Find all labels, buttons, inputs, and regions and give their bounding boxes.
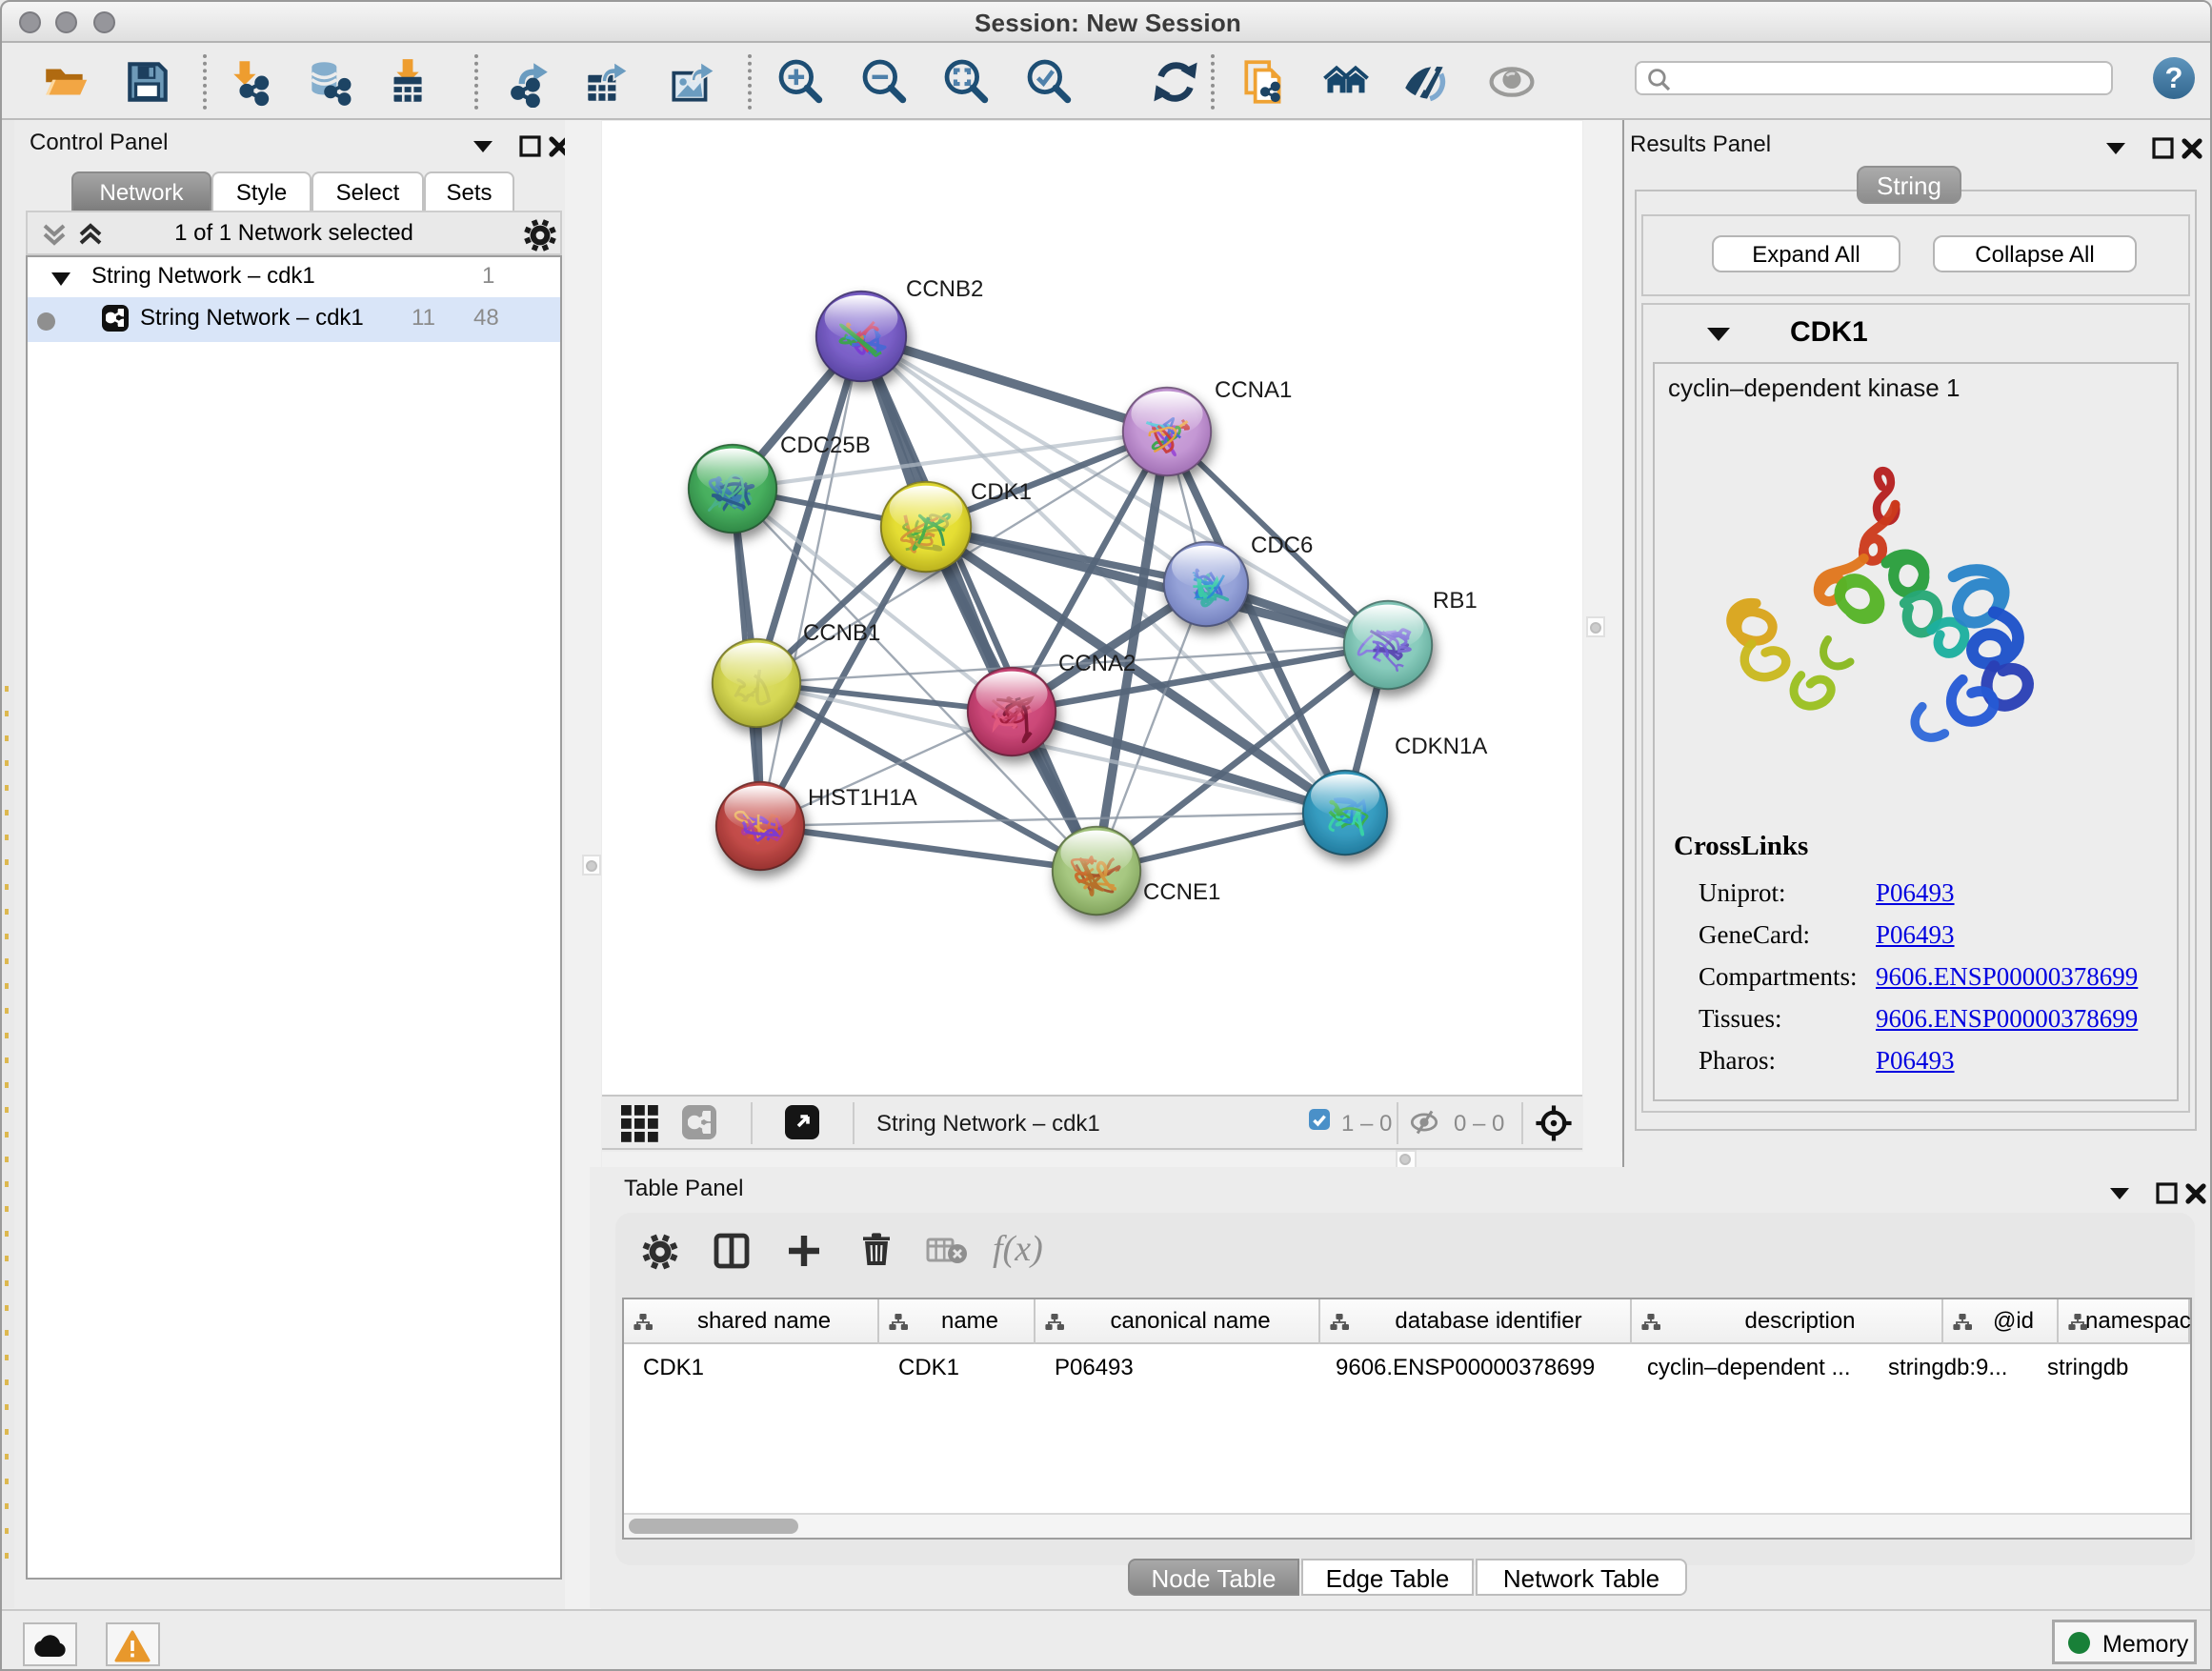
svg-text:CDC25B: CDC25B <box>780 433 871 458</box>
svg-text:CDC6: CDC6 <box>1251 533 1313 558</box>
svg-text:HIST1H1A: HIST1H1A <box>808 785 917 811</box>
svg-text:CCNB1: CCNB1 <box>803 620 880 646</box>
svg-text:CCNE1: CCNE1 <box>1143 879 1220 905</box>
svg-text:CCNA2: CCNA2 <box>1058 651 1136 676</box>
svg-text:CDKN1A: CDKN1A <box>1395 734 1487 759</box>
svg-text:CDK1: CDK1 <box>971 479 1032 505</box>
svg-text:RB1: RB1 <box>1433 588 1478 614</box>
svg-text:CCNB2: CCNB2 <box>906 276 983 302</box>
svg-text:CCNA1: CCNA1 <box>1215 377 1292 403</box>
